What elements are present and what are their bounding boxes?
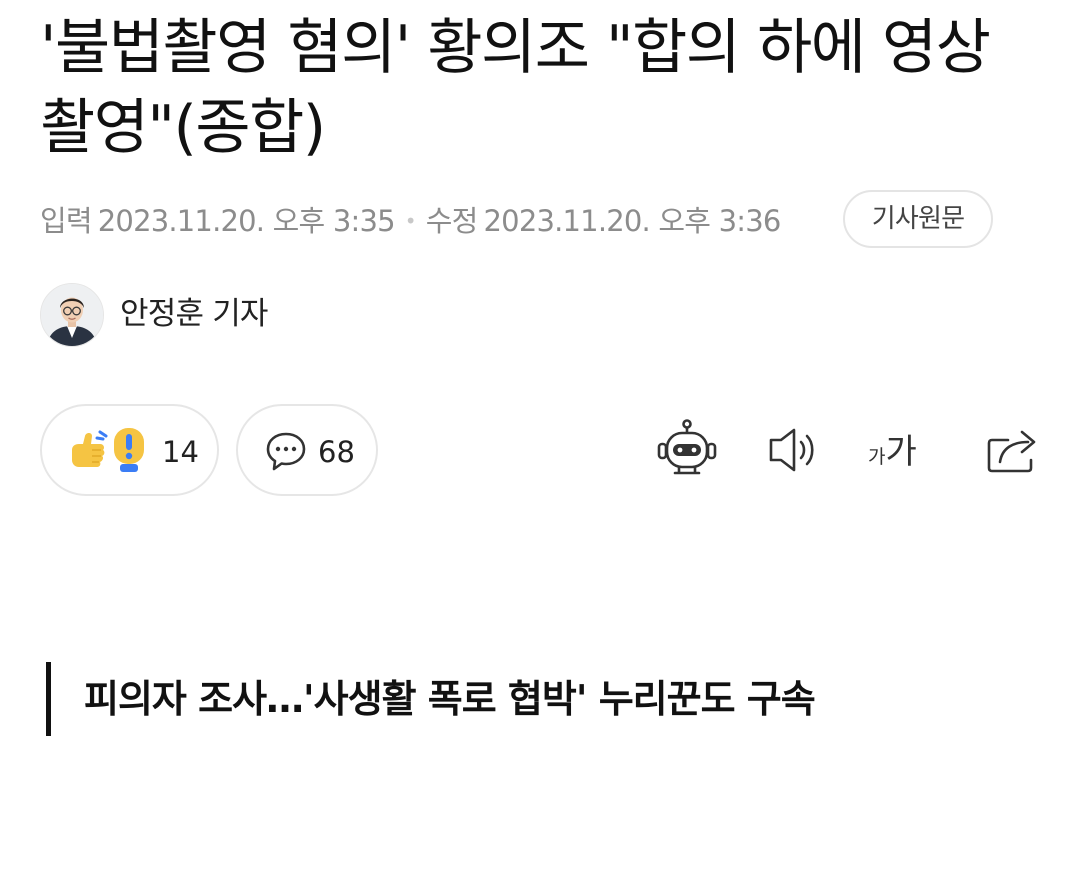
article-timestamps: 입력 2023.11.20. 오후 3:35 • 수정 2023.11.20. 오후 3… — [40, 204, 781, 238]
subheading-text: 피의자 조사…'사생활 폭로 협박' 누리꾼도 구속 — [84, 677, 816, 721]
article-subheading: 피의자 조사…'사생활 폭로 협박' 누리꾼도 구속 — [46, 662, 1034, 736]
listen-button[interactable] — [763, 418, 827, 482]
author-avatar[interactable] — [40, 283, 104, 347]
input-label: 입력 — [40, 204, 93, 238]
separator-dot: • — [404, 209, 417, 233]
font-size-icon: 가가 — [868, 432, 917, 472]
article-meta: 입력 2023.11.20. 오후 3:35 • 수정 2023.11.20. 오후 3… — [40, 190, 1040, 252]
original-article-button[interactable]: 기사원문 — [843, 190, 993, 248]
edit-time: 2023.11.20. 오후 3:36 — [483, 204, 782, 238]
comment-button[interactable]: 68 — [236, 404, 378, 496]
font-size-button[interactable]: 가가 — [868, 424, 932, 476]
comment-count: 68 — [318, 435, 355, 469]
author-name[interactable]: 안정훈 기자 — [120, 295, 268, 333]
speech-bubble-icon — [264, 430, 308, 478]
thumbs-up-exclaim-icon — [70, 426, 152, 480]
summary-bot-button[interactable] — [655, 418, 719, 482]
share-button[interactable] — [982, 418, 1046, 482]
robot-icon — [655, 418, 719, 482]
font-large-glyph: 가 — [885, 432, 917, 472]
edit-label: 수정 — [425, 204, 479, 238]
speaker-icon — [763, 418, 827, 482]
input-time: 2023.11.20. 오후 3:35 — [97, 204, 396, 238]
share-icon — [982, 418, 1046, 482]
reaction-button[interactable]: 14 — [40, 404, 219, 496]
article-headline: '불법촬영 혐의' 황의조 "합의 하에 영상 촬영"(종합) — [40, 13, 991, 163]
reaction-count: 14 — [162, 435, 199, 469]
font-small-glyph: 가 — [868, 446, 886, 468]
